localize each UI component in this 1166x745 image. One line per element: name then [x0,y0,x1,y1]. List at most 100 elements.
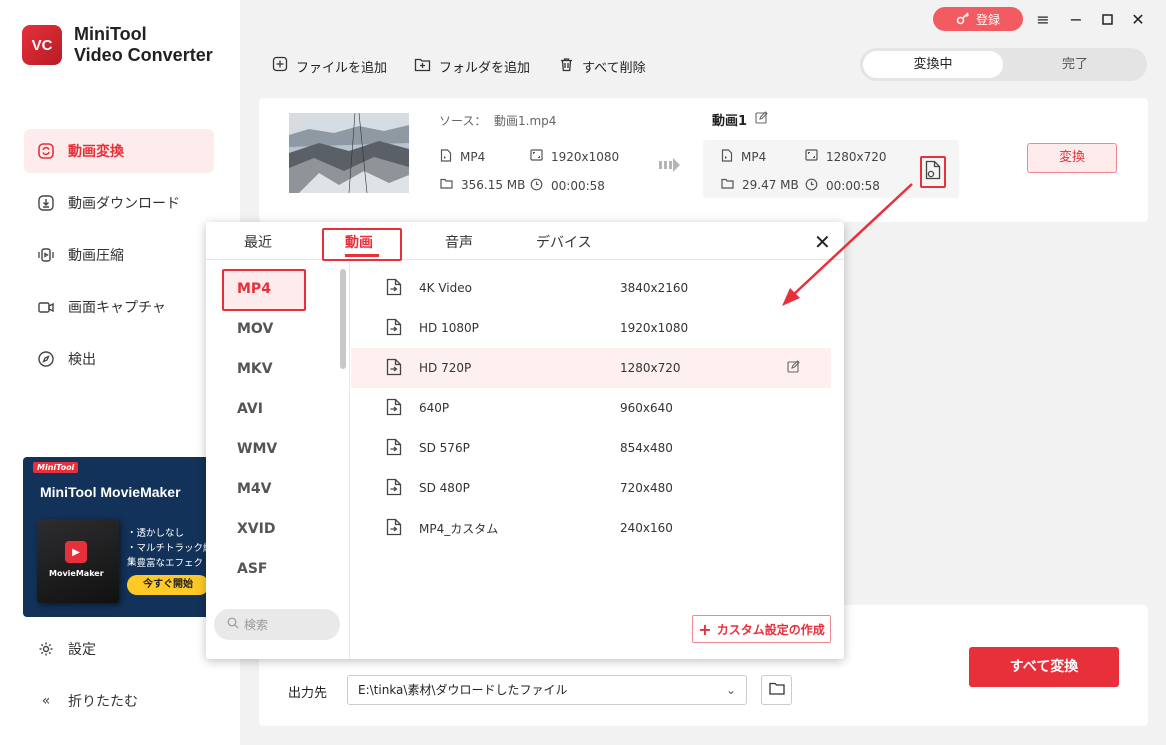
sidebar-item-settings[interactable]: 設定 [24,627,214,671]
preset-row[interactable]: SD 576P 854x480 [351,428,831,468]
sidebar: VC MiniTool Video Converter 動画変換 動画ダウンロー… [0,0,240,745]
video-preset-icon [385,398,403,419]
add-folder-button[interactable]: フォルダを追加 [414,54,530,78]
preset-name: 4K Video [419,281,472,295]
target-resolution-value: 1280x720 [826,149,887,164]
tab-device[interactable]: デバイス [536,232,592,252]
ad-feature: ・透かしなし [127,528,185,539]
preset-name: 640P [419,401,450,415]
preset-row[interactable]: MP4_カスタム 240x160 [351,508,831,548]
minimize-icon[interactable]: − [1065,8,1087,30]
target-resolution: 1280x720 [805,149,887,164]
resolution-icon [530,149,543,164]
edit-icon[interactable] [755,111,768,128]
preset-name: SD 576P [419,441,470,455]
ad-start-button[interactable]: 今すぐ開始 [127,575,209,595]
gear-icon [36,639,56,659]
format-item-mp4[interactable]: MP4 [237,281,271,297]
sidebar-item-label: 動画変換 [68,144,124,160]
format-settings-button[interactable] [920,156,946,188]
preset-resolution: 3840x2160 [620,281,689,295]
sidebar-item-label: 動画ダウンロード [68,196,180,212]
source-filename: 動画1.mp4 [494,114,557,128]
close-icon[interactable]: ✕ [1127,8,1149,30]
sidebar-item-screen-capture[interactable]: 画面キャプチャ [24,285,214,329]
sidebar-item-video-compress[interactable]: 動画圧縮 [24,233,214,277]
register-button[interactable]: 登録 [933,7,1023,31]
delete-all-button[interactable]: すべて削除 [559,54,646,78]
menu-icon[interactable]: ≡ [1032,8,1054,30]
format-item-mov[interactable]: MOV [237,321,273,337]
app-brand: VC MiniTool Video Converter [22,24,213,66]
tab-video[interactable]: 動画 [345,232,373,252]
target-name: 動画1 [712,110,768,129]
output-path-select[interactable]: E:\tinka\素材\ダウロードしたファイル ⌄ [347,675,747,705]
open-folder-button[interactable] [761,675,792,705]
preset-row[interactable]: HD 720P 1280x720 [351,348,831,388]
clock-icon [530,178,543,194]
file-icon [721,149,733,165]
close-popup-icon[interactable]: ✕ [814,230,831,254]
sidebar-item-label: 動画圧縮 [68,248,124,264]
convert-icon [36,141,56,161]
preset-resolution: 720x480 [620,481,673,495]
chevron-down-icon: ⌄ [725,683,736,697]
trash-icon [559,57,574,76]
convert-all-button[interactable]: すべて変換 [969,647,1119,687]
format-list-scrollbar[interactable] [340,269,346,369]
folder-icon [440,178,453,192]
video-thumbnail[interactable] [289,113,409,193]
double-chevron-left-icon: « [41,693,51,709]
format-item-xvid[interactable]: XVID [237,521,275,537]
sidebar-item-video-download[interactable]: 動画ダウンロード [24,181,214,225]
format-item-asf[interactable]: ASF [237,561,267,577]
format-item-m4v[interactable]: M4V [237,481,272,497]
preset-resolution: 1920x1080 [620,321,689,335]
moviemaker-ad-banner[interactable]: MiniTool MiniTool MovieMaker ▶ MovieMake… [23,457,217,617]
sidebar-collapse-button[interactable]: « 折りたたむ [24,679,214,723]
compress-icon [36,245,56,265]
add-file-button[interactable]: ファイルを追加 [272,54,387,78]
preset-row[interactable]: SD 480P 720x480 [351,468,831,508]
edit-preset-icon[interactable] [787,360,800,376]
ad-tag: MiniTool [33,462,79,473]
target-size: 29.47 MB [721,178,799,192]
create-custom-label: カスタム設定の作成 [716,622,825,637]
source-line: ソース： 動画1.mp4 [439,112,556,129]
maximize-icon[interactable] [1096,8,1118,30]
preset-row[interactable]: HD 1080P 1920x1080 [351,308,831,348]
tab-done[interactable]: 完了 [1005,51,1145,78]
preset-name: MP4_カスタム [419,521,499,536]
preset-resolution: 1280x720 [620,361,681,375]
source-label: ソース： [439,114,487,128]
tab-underline [345,254,379,257]
tab-converting[interactable]: 変換中 [863,51,1003,78]
video-preset-icon [385,478,403,499]
create-custom-button[interactable]: + カスタム設定の作成 [692,615,831,643]
file-settings-icon [925,160,941,184]
sidebar-item-discover[interactable]: 検出 [24,337,214,381]
sidebar-item-label: 画面キャプチャ [68,300,166,316]
preset-name: SD 480P [419,481,470,495]
sidebar-item-label: 設定 [68,642,96,658]
folder-icon [768,682,785,699]
source-size: 356.15 MB [440,178,525,192]
video-preset-icon [385,278,403,299]
tab-audio[interactable]: 音声 [445,232,473,252]
sidebar-item-video-convert[interactable]: 動画変換 [24,129,214,173]
target-duration: 00:00:58 [805,178,880,194]
convert-button[interactable]: 変換 [1027,143,1117,173]
video-preset-icon [385,438,403,459]
format-item-wmv[interactable]: WMV [237,441,277,457]
key-icon [956,11,970,28]
preset-resolution: 854x480 [620,441,673,455]
sidebar-item-label: 検出 [68,352,96,368]
preset-row[interactable]: 4K Video 3840x2160 [351,268,831,308]
target-size-value: 29.47 MB [742,178,799,192]
tab-recent[interactable]: 最近 [244,232,272,252]
format-item-mkv[interactable]: MKV [237,361,273,377]
format-search-input[interactable]: 検索 [214,609,340,640]
preset-row[interactable]: 640P 960x640 [351,388,831,428]
format-item-avi[interactable]: AVI [237,401,263,417]
video-preset-icon [385,318,403,339]
